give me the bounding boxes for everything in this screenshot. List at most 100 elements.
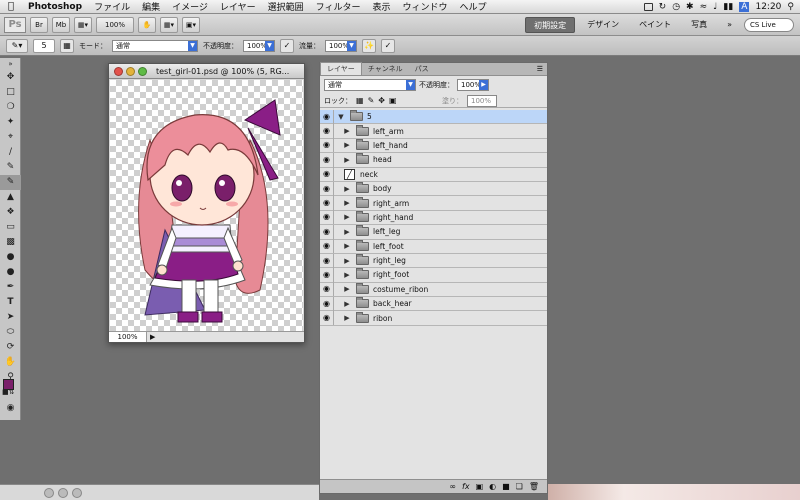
- screen-icon[interactable]: [643, 2, 653, 11]
- expand-triangle-closed-icon[interactable]: ▶: [342, 314, 352, 322]
- lasso-tool-icon[interactable]: ❍: [0, 100, 21, 115]
- expand-triangle-closed-icon[interactable]: ▶: [342, 199, 352, 207]
- shape-tool-icon[interactable]: ⬭: [0, 325, 21, 340]
- clock-icon[interactable]: ◷: [672, 2, 680, 12]
- input-method-icon[interactable]: A: [739, 1, 750, 12]
- menu-select[interactable]: 選択範囲: [262, 0, 310, 13]
- expand-triangle-open-icon[interactable]: ▼: [336, 113, 346, 121]
- quick-select-tool-icon[interactable]: ✦: [0, 115, 21, 130]
- airbrush-icon[interactable]: ✨: [362, 38, 376, 53]
- layer-row[interactable]: ◉ ▶ ribon: [320, 311, 547, 326]
- panel-collapse-icon[interactable]: »: [0, 58, 21, 70]
- menu-edit[interactable]: 編集: [136, 0, 166, 13]
- zoom-window-button[interactable]: [138, 66, 147, 76]
- layer-row[interactable]: ◉ ▶ left_arm: [320, 124, 547, 139]
- menu-layer[interactable]: レイヤー: [214, 0, 262, 13]
- hand-tool-icon[interactable]: ✋: [0, 355, 21, 370]
- layer-row[interactable]: ◉ ▶ head: [320, 152, 547, 168]
- layer-row[interactable]: ◉ ▶ left_leg: [320, 224, 547, 240]
- gradient-tool-icon[interactable]: ▩: [0, 235, 21, 250]
- visibility-eye-icon[interactable]: ◉: [320, 268, 334, 282]
- apple-menu-icon[interactable]: : [0, 1, 22, 12]
- workspace-photo-button[interactable]: 写真: [683, 17, 715, 33]
- lock-image-icon[interactable]: ✎: [368, 96, 375, 105]
- marquee-tool-icon[interactable]: □: [0, 85, 21, 100]
- layer-row[interactable]: ◉ ▶ right_foot: [320, 268, 547, 283]
- brush-preset-icon[interactable]: ✎▾: [6, 38, 28, 53]
- brush-tool-icon[interactable]: ✎: [0, 175, 21, 190]
- delete-layer-icon[interactable]: 🗑: [529, 482, 539, 491]
- layer-row[interactable]: ◉ ▶ left_foot: [320, 239, 547, 254]
- workspace-paint-button[interactable]: ペイント: [631, 17, 679, 33]
- pressure-opacity-icon[interactable]: ✓: [280, 38, 294, 53]
- visibility-eye-icon[interactable]: ◉: [320, 296, 334, 311]
- 3d-rotate-tool-icon[interactable]: ⟳: [0, 340, 21, 355]
- battery-icon[interactable]: ▮▮: [723, 2, 733, 12]
- hand-view-button[interactable]: ✋: [138, 16, 156, 33]
- menu-image[interactable]: イメージ: [166, 0, 214, 13]
- visibility-eye-icon[interactable]: ◉: [320, 167, 334, 182]
- opacity-input[interactable]: 100% ▼: [243, 39, 275, 52]
- zoom-level-select[interactable]: 100%: [96, 16, 134, 33]
- tab-layers[interactable]: レイヤー: [320, 62, 362, 75]
- expand-triangle-closed-icon[interactable]: ▶: [342, 257, 352, 265]
- lock-position-icon[interactable]: ✥: [378, 96, 385, 105]
- lock-all-icon[interactable]: ▣: [389, 96, 397, 105]
- layer-row[interactable]: ◉ ▶ right_hand: [320, 210, 547, 226]
- sync-icon[interactable]: ↻: [659, 2, 667, 12]
- move-tool-icon[interactable]: ✥: [0, 70, 21, 85]
- brush-panel-toggle-icon[interactable]: ▦: [60, 38, 74, 53]
- expand-triangle-closed-icon[interactable]: ▶: [342, 228, 352, 236]
- blend-mode-select[interactable]: 通常 ▼: [112, 39, 198, 52]
- strip-close-button[interactable]: [44, 487, 54, 498]
- flow-input[interactable]: 100% ▼: [325, 39, 357, 52]
- menu-view[interactable]: 表示: [367, 0, 397, 13]
- quick-mask-icon[interactable]: ◉: [0, 401, 21, 416]
- wifi-icon[interactable]: ≈: [700, 2, 708, 12]
- arrange-documents-button[interactable]: ▦▾: [160, 16, 178, 33]
- type-tool-icon[interactable]: T: [0, 295, 21, 310]
- visibility-eye-icon[interactable]: ◉: [320, 224, 334, 239]
- crop-tool-icon[interactable]: ⌖: [0, 130, 21, 145]
- minibridge-button[interactable]: Mb: [52, 16, 70, 33]
- visibility-eye-icon[interactable]: ◉: [320, 196, 334, 211]
- visibility-eye-icon[interactable]: ◉: [320, 181, 334, 196]
- visibility-eye-icon[interactable]: ◉: [320, 239, 334, 254]
- new-group-icon[interactable]: ■: [502, 482, 510, 491]
- strip-minimize-button[interactable]: [58, 487, 68, 498]
- minimize-window-button[interactable]: [126, 66, 135, 76]
- workspace-more-button[interactable]: »: [719, 17, 740, 33]
- tab-paths[interactable]: パス: [409, 63, 435, 75]
- cslive-button[interactable]: CS Live: [744, 17, 794, 32]
- screen-mode-button[interactable]: ▣▾: [182, 16, 200, 33]
- workspace-design-button[interactable]: デザイン: [579, 17, 627, 33]
- dodge-tool-icon[interactable]: ●: [0, 265, 21, 280]
- eraser-tool-icon[interactable]: ▭: [0, 220, 21, 235]
- view-extras-button[interactable]: ▦▾: [74, 16, 92, 33]
- expand-triangle-closed-icon[interactable]: ▶: [342, 242, 352, 250]
- add-mask-icon[interactable]: ▣: [476, 482, 484, 491]
- adjustment-layer-icon[interactable]: ◐: [489, 482, 496, 491]
- menu-file[interactable]: ファイル: [88, 0, 136, 13]
- document-zoom-field[interactable]: 100%: [109, 332, 147, 342]
- layer-row[interactable]: ◉ ╱ neck: [320, 167, 547, 182]
- fill-input[interactable]: 100%: [467, 94, 497, 107]
- clone-stamp-tool-icon[interactable]: ▲: [0, 190, 21, 205]
- foreground-color-swatch[interactable]: [3, 379, 14, 390]
- blur-tool-icon[interactable]: ●: [0, 250, 21, 265]
- layer-row[interactable]: ◉ ▶ right_arm: [320, 196, 547, 211]
- layer-row[interactable]: ◉ ▶ back_hear: [320, 296, 547, 312]
- tab-channels[interactable]: チャンネル: [362, 63, 409, 75]
- expand-triangle-closed-icon[interactable]: ▶: [342, 300, 352, 308]
- layer-row[interactable]: ◉ ▶ costume_ribon: [320, 282, 547, 298]
- expand-triangle-closed-icon[interactable]: ▶: [342, 127, 352, 135]
- document-titlebar[interactable]: test_girl-01.psd @ 100% (5, RG...: [109, 64, 304, 79]
- pen-tool-icon[interactable]: ✒: [0, 280, 21, 295]
- layer-row[interactable]: ◉ ▶ left_hand: [320, 138, 547, 154]
- new-layer-icon[interactable]: ❏: [516, 482, 523, 491]
- expand-triangle-closed-icon[interactable]: ▶: [342, 285, 352, 293]
- visibility-eye-icon[interactable]: ◉: [320, 138, 334, 153]
- visibility-eye-icon[interactable]: ◉: [320, 282, 334, 297]
- healing-brush-tool-icon[interactable]: ✎: [0, 160, 21, 175]
- bluetooth-icon[interactable]: ✱: [686, 2, 694, 12]
